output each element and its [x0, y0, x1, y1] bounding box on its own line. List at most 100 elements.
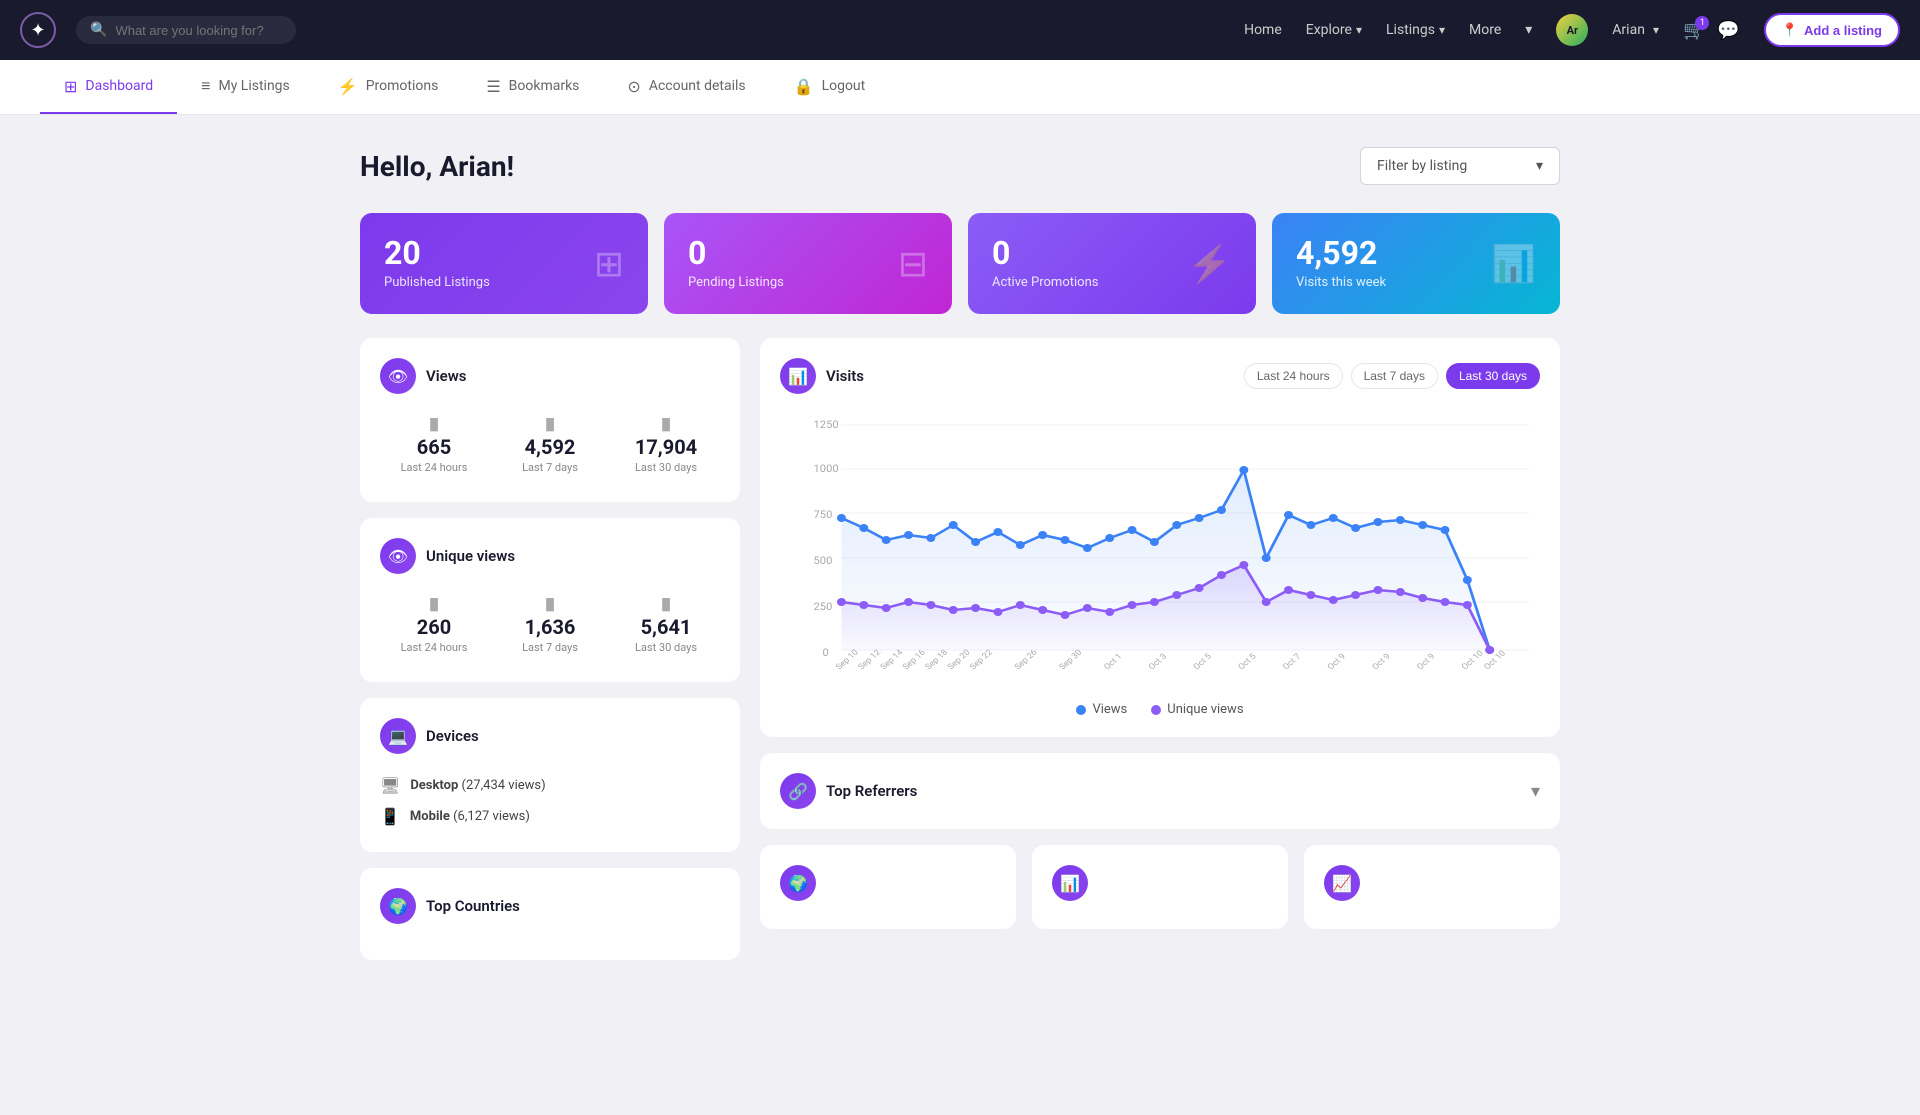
uv-24h: 260 [380, 615, 488, 639]
listings-icon: ≡ [201, 76, 210, 96]
svg-text:Sep 12: Sep 12 [856, 648, 883, 672]
views-widget: 👁 Views ▐▌ 665 Last 24 hours ▐▌ 4,592 La… [360, 338, 740, 502]
unique-views-dot [1151, 705, 1161, 715]
uv-bar-icon-2: ▐▌ [496, 598, 604, 611]
nav-explore[interactable]: Explore ▾ [1306, 22, 1362, 38]
left-column: 👁 Views ▐▌ 665 Last 24 hours ▐▌ 4,592 La… [360, 338, 740, 960]
nav-more[interactable]: More [1469, 22, 1501, 38]
svg-text:Oct 9: Oct 9 [1415, 652, 1437, 672]
stat-cards: 20 Published Listings ⊞ 0 Pending Listin… [360, 213, 1560, 314]
referrers-widget: 🔗 Top Referrers ▾ [760, 753, 1560, 829]
uv-7d: 1,636 [496, 615, 604, 639]
bar-icon-1: ▐▌ [380, 418, 488, 431]
views-24h: 665 [380, 435, 488, 459]
bottom-card-3: 📈 [1304, 845, 1560, 929]
chart-svg: 1250 1000 750 500 250 0 [780, 410, 1540, 690]
search-input[interactable] [115, 23, 275, 38]
svg-text:500: 500 [814, 555, 833, 567]
views-7d: 4,592 [496, 435, 604, 459]
referrers-widget-icon: 🔗 [780, 773, 816, 809]
bookmarks-icon: ☰ [486, 77, 500, 96]
nav-listings[interactable]: Listings ▾ [1386, 22, 1445, 38]
main-content: Hello, Arian! Filter by listing ▾ 20 Pub… [320, 115, 1600, 992]
mobile-icon: 📱 [380, 807, 400, 826]
search-bar[interactable]: 🔍 [76, 16, 296, 44]
bar-icon-2: ▐▌ [496, 418, 604, 431]
expand-icon[interactable]: ▾ [1531, 781, 1540, 802]
devices-list: 🖥 Desktop (27,434 views) 📱 Mobile (6,127… [380, 770, 720, 832]
visits-chart: 1250 1000 750 500 250 0 [780, 410, 1540, 690]
cart-icon[interactable]: 🛒 1 [1683, 20, 1705, 41]
dashboard-icon: ⊞ [64, 77, 77, 96]
svg-text:Sep 30: Sep 30 [1058, 648, 1085, 672]
visits-label: Visits this week [1296, 275, 1386, 290]
bar-icon-3: ▐▌ [612, 418, 720, 431]
svg-text:250: 250 [814, 601, 833, 613]
unique-views-stats: ▐▌ 260 Last 24 hours ▐▌ 1,636 Last 7 day… [380, 590, 720, 662]
nav-home[interactable]: Home [1244, 22, 1282, 38]
nav-more-chevron: ▾ [1525, 22, 1532, 38]
tab-bookmarks[interactable]: ☰ Bookmarks [462, 61, 603, 114]
filter-dropdown[interactable]: Filter by listing ▾ [1360, 147, 1560, 185]
page-title: Hello, Arian! [360, 150, 514, 183]
tab-my-listings[interactable]: ≡ My Listings [177, 60, 314, 114]
published-count: 20 [384, 234, 421, 272]
top-countries-widget: 🌍 Top Countries [360, 868, 740, 960]
filter-7d[interactable]: Last 7 days [1351, 363, 1438, 389]
svg-text:Sep 26: Sep 26 [1013, 648, 1040, 672]
right-column: 📊 Visits Last 24 hours Last 7 days Last … [760, 338, 1560, 960]
tab-promotions[interactable]: ⚡ Promotions [314, 61, 463, 114]
user-menu-chevron: ▾ [1653, 23, 1659, 37]
sub-navigation: ⊞ Dashboard ≡ My Listings ⚡ Promotions ☰… [0, 60, 1920, 115]
published-icon: ⊞ [594, 243, 624, 285]
bottom-icon-2: 📊 [1052, 865, 1088, 901]
tab-logout[interactable]: 🔒 Logout [770, 61, 890, 114]
filter-24h[interactable]: Last 24 hours [1244, 363, 1343, 389]
countries-title: Top Countries [426, 897, 520, 915]
location-pin-icon: 📍 [1782, 22, 1798, 38]
unique-views-widget: 👁 Unique views ▐▌ 260 Last 24 hours ▐▌ 1… [360, 518, 740, 682]
nav-links: Home Explore ▾ Listings ▾ More ▾ Ar Aria… [1244, 13, 1900, 47]
bottom-cards: 🌍 📊 📈 [760, 845, 1560, 929]
time-filters: Last 24 hours Last 7 days Last 30 days [1244, 363, 1540, 389]
devices-widget: 💻 Devices 🖥 Desktop (27,434 views) 📱 Mob… [360, 698, 740, 852]
list-item: 📱 Mobile (6,127 views) [380, 801, 720, 832]
pending-icon: ⊟ [898, 243, 928, 285]
notifications-icon[interactable]: 💬 [1717, 20, 1739, 41]
add-listing-button[interactable]: 📍 Add a listing [1764, 13, 1900, 47]
app-logo[interactable]: ✦ [20, 12, 56, 48]
nav-icons: 🛒 1 💬 [1683, 20, 1740, 41]
devices-widget-icon: 💻 [380, 718, 416, 754]
bottom-icon-1: 🌍 [780, 865, 816, 901]
svg-text:Oct 10: Oct 10 [1460, 649, 1486, 672]
avatar: Ar [1556, 14, 1588, 46]
svg-text:Sep 10: Sep 10 [834, 648, 861, 672]
svg-text:Sep 18: Sep 18 [923, 648, 950, 672]
svg-text:1250: 1250 [814, 419, 839, 431]
user-menu[interactable]: Arian ▾ [1612, 22, 1659, 38]
page-header: Hello, Arian! Filter by listing ▾ [360, 147, 1560, 185]
tab-dashboard[interactable]: ⊞ Dashboard [40, 61, 177, 114]
svg-text:Sep 14: Sep 14 [879, 648, 906, 672]
stat-card-published: 20 Published Listings ⊞ [360, 213, 648, 314]
views-dot [1076, 705, 1086, 715]
promotions-label: Active Promotions [992, 275, 1098, 290]
stat-card-visits: 4,592 Visits this week 📊 [1272, 213, 1560, 314]
svg-text:Sep 16: Sep 16 [901, 648, 928, 672]
svg-text:Oct 1: Oct 1 [1102, 652, 1124, 672]
filter-30d[interactable]: Last 30 days [1446, 363, 1540, 389]
promotions-count: 0 [992, 234, 1010, 272]
pending-count: 0 [688, 234, 706, 272]
unique-views-widget-icon: 👁 [380, 538, 416, 574]
svg-text:0: 0 [822, 647, 828, 659]
svg-text:1000: 1000 [814, 463, 839, 475]
legend-unique-views: Unique views [1151, 702, 1243, 717]
visits-stat-icon: 📊 [1491, 243, 1536, 285]
cart-badge: 1 [1695, 16, 1709, 30]
uv-bar-icon-1: ▐▌ [380, 598, 488, 611]
svg-text:Oct 9: Oct 9 [1370, 652, 1392, 672]
pending-label: Pending Listings [688, 275, 784, 290]
tab-account-details[interactable]: ⊙ Account details [603, 61, 769, 114]
svg-text:Sep 20: Sep 20 [946, 648, 973, 672]
visits-widget-icon: 📊 [780, 358, 816, 394]
